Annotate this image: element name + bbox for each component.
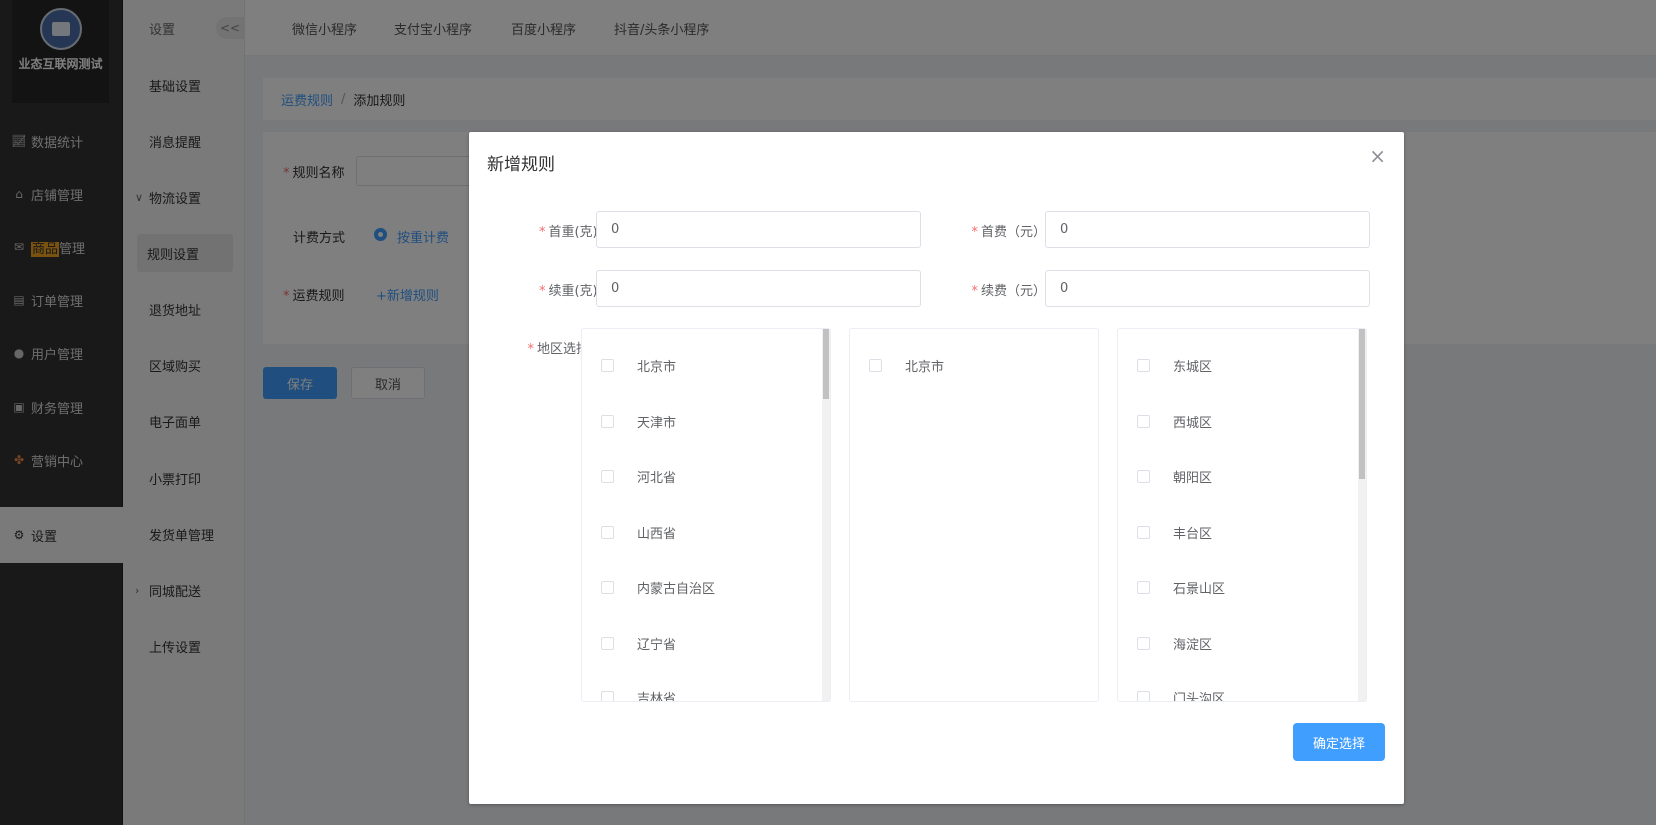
- district-panel: 东城区 西城区 朝阳区 丰台区 石景山区 海淀区 门头沟区: [1117, 328, 1367, 702]
- list-item[interactable]: 门头沟区: [1137, 687, 1225, 701]
- list-item[interactable]: 北京市: [869, 355, 944, 375]
- list-item[interactable]: 丰台区: [1137, 522, 1212, 542]
- first-weight-label: * 首重(克):: [538, 225, 602, 240]
- extra-fee-input[interactable]: 0: [1045, 270, 1370, 307]
- district-checkbox[interactable]: [1137, 580, 1150, 594]
- extra-weight-input[interactable]: 0: [596, 270, 921, 307]
- extra-weight-label: * 续重(克):: [538, 284, 602, 299]
- list-item[interactable]: 天津市: [601, 411, 676, 431]
- district-checkbox[interactable]: [1137, 690, 1150, 701]
- city-checkbox[interactable]: [869, 358, 882, 372]
- city-panel: 北京市: [849, 328, 1099, 702]
- list-item[interactable]: 西城区: [1137, 411, 1212, 431]
- dialog-title: 新增规则: [487, 155, 555, 175]
- district-checkbox[interactable]: [1137, 469, 1150, 483]
- district-checkbox[interactable]: [1137, 358, 1150, 372]
- province-checkbox[interactable]: [601, 690, 614, 701]
- province-checkbox[interactable]: [601, 469, 614, 483]
- district-checkbox[interactable]: [1137, 525, 1150, 539]
- province-scrollbar[interactable]: [822, 329, 830, 701]
- scrollbar-thumb[interactable]: [823, 329, 829, 399]
- first-fee-label: * 首费（元）: [971, 225, 1046, 240]
- district-checkbox[interactable]: [1137, 414, 1150, 428]
- list-item[interactable]: 东城区: [1137, 355, 1212, 375]
- province-checkbox[interactable]: [601, 358, 614, 372]
- district-checkbox[interactable]: [1137, 636, 1150, 650]
- list-item[interactable]: 山西省: [601, 522, 676, 542]
- first-fee-input[interactable]: 0: [1045, 211, 1370, 248]
- confirm-select-button[interactable]: 确定选择: [1293, 723, 1385, 761]
- province-checkbox[interactable]: [601, 580, 614, 594]
- list-item[interactable]: 辽宁省: [601, 633, 676, 653]
- province-checkbox[interactable]: [601, 636, 614, 650]
- close-icon[interactable]: ×: [1369, 146, 1386, 166]
- list-item[interactable]: 朝阳区: [1137, 466, 1212, 486]
- first-weight-input[interactable]: 0: [596, 211, 921, 248]
- list-item[interactable]: 内蒙古自治区: [601, 577, 715, 597]
- add-rule-dialog: 新增规则 × * 首重(克): 0 * 首费（元） 0 * 续重(克): 0 * 续费（…: [469, 132, 1404, 804]
- list-item[interactable]: 吉林省: [601, 687, 676, 701]
- extra-fee-label: * 续费（元）: [971, 284, 1046, 299]
- district-scrollbar[interactable]: [1358, 329, 1366, 701]
- list-item[interactable]: 海淀区: [1137, 633, 1212, 653]
- province-checkbox[interactable]: [601, 525, 614, 539]
- list-item[interactable]: 北京市: [601, 355, 676, 375]
- list-item[interactable]: 石景山区: [1137, 577, 1225, 597]
- region-select-label: * 地区选择: [527, 342, 589, 357]
- province-panel: 北京市 天津市 河北省 山西省 内蒙古自治区 辽宁省 吉林省: [581, 328, 831, 702]
- province-checkbox[interactable]: [601, 414, 614, 428]
- list-item[interactable]: 河北省: [601, 466, 676, 486]
- scrollbar-thumb[interactable]: [1359, 329, 1365, 479]
